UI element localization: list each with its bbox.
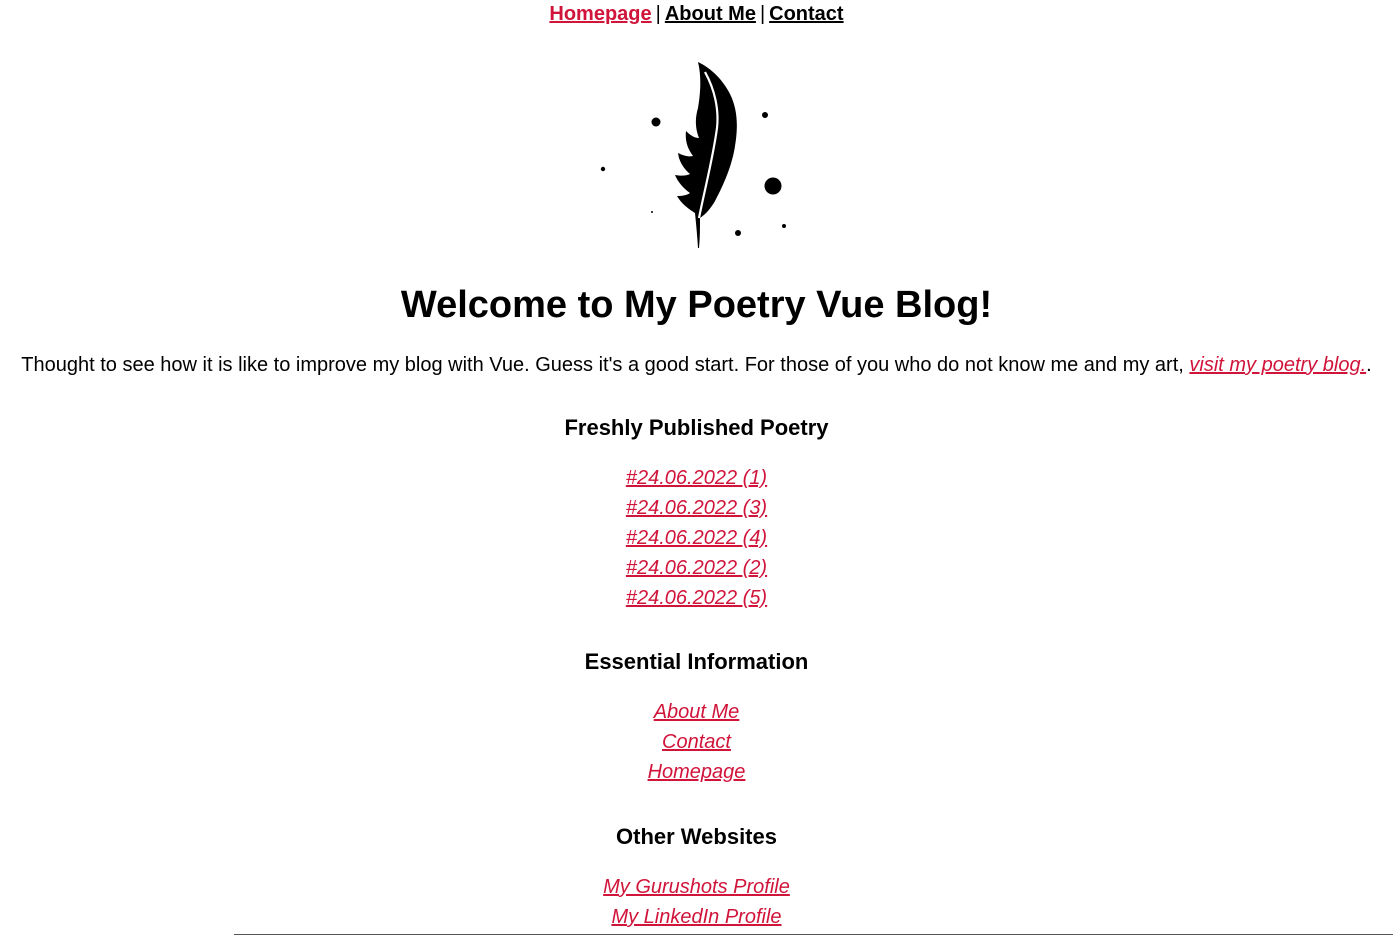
poetry-blog-link[interactable]: visit my poetry blog.: [1189, 354, 1366, 376]
list-item: Homepage: [0, 757, 1393, 787]
list-item: Contact: [0, 727, 1393, 757]
list-item: My Gurushots Profile: [0, 872, 1393, 902]
homepage-link[interactable]: Homepage: [648, 761, 746, 783]
info-list: About Me Contact Homepage: [0, 697, 1393, 787]
page-title: Welcome to My Poetry Vue Blog!: [400, 284, 993, 326]
poetry-list: #24.06.2022 (1) #24.06.2022 (3) #24.06.2…: [0, 463, 1393, 613]
page: Homepage | About Me | Contact Welcome to My …: [0, 0, 1393, 936]
list-item: My LinkedIn Profile: [0, 902, 1393, 932]
list-item: #24.06.2022 (3): [0, 493, 1393, 523]
intro-end: .: [1366, 354, 1372, 376]
websites-list: My Gurushots Profile My LinkedIn Profile: [0, 872, 1393, 932]
list-item: #24.06.2022 (5): [0, 583, 1393, 613]
contact-link[interactable]: Contact: [662, 731, 731, 753]
list-item: #24.06.2022 (1): [0, 463, 1393, 493]
nav-separator: |: [655, 3, 661, 25]
poem-link[interactable]: #24.06.2022 (3): [626, 497, 767, 519]
section-essential-information: Essential Information About Me Contact H…: [0, 648, 1393, 787]
section-other-websites: Other Websites My Gurushots Profile My L…: [0, 823, 1393, 932]
section-heading: Essential Information: [584, 649, 809, 674]
poem-link[interactable]: #24.06.2022 (5): [626, 587, 767, 609]
list-item: #24.06.2022 (2): [0, 553, 1393, 583]
linkedin-profile-link[interactable]: My LinkedIn Profile: [611, 906, 781, 928]
list-item: #24.06.2022 (4): [0, 523, 1393, 553]
intro-paragraph: Thought to see how it is like to improve…: [0, 352, 1393, 378]
bottom-divider: [234, 934, 1393, 935]
feather-quill-icon: [595, 58, 795, 253]
section-fresh-poetry: Freshly Published Poetry #24.06.2022 (1)…: [0, 414, 1393, 613]
list-item: About Me: [0, 697, 1393, 727]
nav-link-contact[interactable]: Contact: [769, 3, 843, 25]
poem-link[interactable]: #24.06.2022 (1): [626, 467, 767, 489]
section-heading: Other Websites: [616, 824, 777, 849]
poem-link[interactable]: #24.06.2022 (2): [626, 557, 767, 579]
about-me-link[interactable]: About Me: [654, 701, 740, 723]
poem-link[interactable]: #24.06.2022 (4): [626, 527, 767, 549]
nav-link-homepage[interactable]: Homepage: [549, 3, 651, 25]
nav-separator: |: [759, 3, 766, 25]
gurushots-profile-link[interactable]: My Gurushots Profile: [603, 876, 790, 898]
nav-link-about-me[interactable]: About Me: [665, 3, 756, 25]
intro-text: Thought to see how it is like to improve…: [21, 354, 1190, 376]
section-heading: Freshly Published Poetry: [564, 415, 829, 440]
top-navigation: Homepage | About Me | Contact: [0, 1, 1393, 27]
